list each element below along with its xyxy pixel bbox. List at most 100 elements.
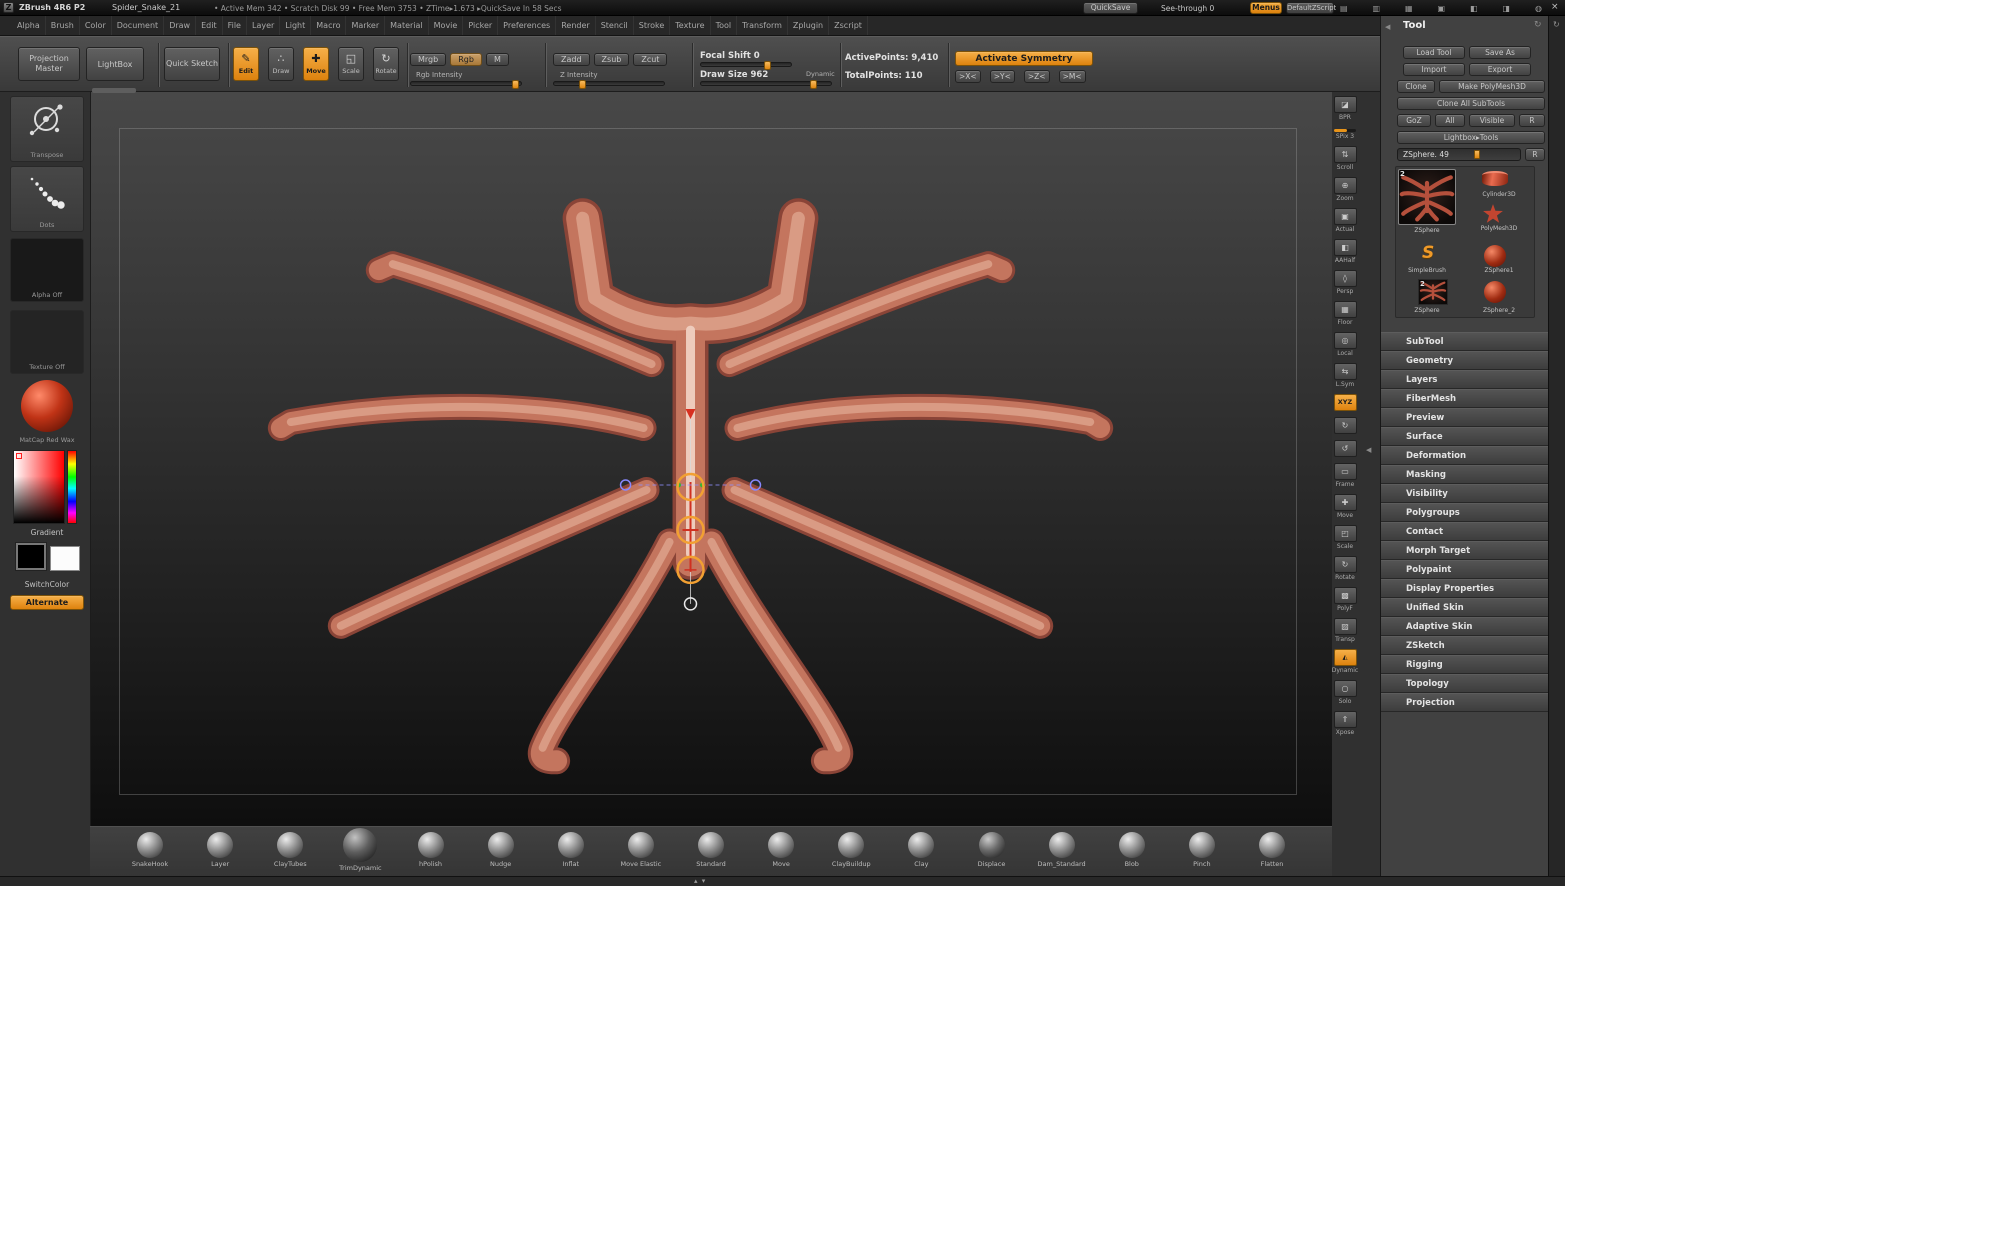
brush-item[interactable]: ClayTubes — [256, 832, 324, 868]
right-shelf-button[interactable]: ▣ Actual — [1334, 208, 1357, 233]
section-header[interactable]: Polygroups — [1381, 503, 1549, 522]
section-header[interactable]: Display Properties — [1381, 579, 1549, 598]
section-header[interactable]: Topology — [1381, 674, 1549, 693]
section-header[interactable]: Geometry — [1381, 351, 1549, 370]
zsphere1-thumbnail[interactable] — [1484, 245, 1506, 267]
right-shelf-button[interactable]: ◎ Local — [1334, 332, 1357, 357]
menu-item[interactable]: Draw — [164, 16, 196, 35]
menu-item[interactable]: Stroke — [634, 16, 671, 35]
section-header[interactable]: Unified Skin — [1381, 598, 1549, 617]
brush-item[interactable]: ClayBuildup — [817, 832, 885, 868]
window-icon[interactable]: ◨ — [1503, 4, 1511, 13]
brush-item[interactable]: Inflat — [537, 832, 605, 868]
simplebrush-thumbnail[interactable]: S — [1422, 243, 1434, 263]
close-icon[interactable]: × — [1551, 2, 1559, 12]
goz-all-button[interactable]: All — [1435, 114, 1465, 127]
load-tool-button[interactable]: Load Tool — [1403, 46, 1465, 59]
right-shelf-button[interactable]: ▩ PolyF — [1334, 587, 1357, 612]
focal-shift-handle[interactable] — [764, 61, 771, 70]
brush-item[interactable]: Move Elastic — [607, 832, 675, 868]
menu-item[interactable]: Marker — [346, 16, 385, 35]
section-header[interactable]: Projection — [1381, 693, 1549, 712]
symmetry-axis-button[interactable]: >Z< — [1024, 70, 1050, 83]
projection-master-button[interactable]: Projection Master — [18, 47, 80, 81]
section-header[interactable]: Contact — [1381, 522, 1549, 541]
menu-item[interactable]: Macro — [311, 16, 346, 35]
section-header[interactable]: Layers — [1381, 370, 1549, 389]
brush-item[interactable]: Layer — [186, 832, 254, 868]
right-shelf-button[interactable]: ⇑ Xpose — [1334, 711, 1357, 736]
clone-all-subtools-button[interactable]: Clone All SubTools — [1397, 97, 1545, 110]
alternate-button[interactable]: Alternate — [10, 595, 84, 610]
sculpt-mode-button[interactable]: Zcut — [633, 53, 667, 66]
focal-shift-slider[interactable] — [700, 62, 792, 67]
transpose-tool-tile[interactable]: Transpose — [10, 96, 84, 162]
goz-r-button[interactable]: R — [1519, 114, 1545, 127]
menu-item[interactable]: Movie — [429, 16, 464, 35]
window-icon[interactable]: ◍ — [1535, 4, 1542, 13]
draw-size-slider[interactable] — [700, 81, 832, 86]
tool-collapse-icon[interactable]: ◀ — [1385, 23, 1390, 31]
color-picker[interactable] — [13, 450, 81, 524]
right-shelf-button[interactable]: ↻ Rotate — [1334, 556, 1357, 581]
menus-toggle-button[interactable]: Menus — [1250, 2, 1282, 14]
import-button[interactable]: Import — [1403, 63, 1465, 76]
brush-item[interactable]: Move — [747, 832, 815, 868]
paint-mode-button[interactable]: Mrgb — [410, 53, 446, 66]
brush-item[interactable]: Displace — [958, 832, 1026, 868]
z-intensity-handle[interactable] — [579, 80, 586, 89]
paint-mode-button[interactable]: Rgb — [450, 53, 482, 66]
window-icon[interactable]: ▤ — [1340, 4, 1348, 13]
activate-symmetry-button[interactable]: Activate Symmetry — [955, 51, 1093, 66]
section-header[interactable]: Visibility — [1381, 484, 1549, 503]
menu-item[interactable]: Texture — [670, 16, 710, 35]
switch-color-swatches[interactable] — [16, 543, 80, 571]
section-header[interactable]: Adaptive Skin — [1381, 617, 1549, 636]
menu-item[interactable]: Tool — [711, 16, 738, 35]
menu-item[interactable]: Edit — [196, 16, 223, 35]
right-shelf-button[interactable]: ◭ Dynamic — [1332, 649, 1358, 674]
mode-button[interactable]: ✚ Move — [303, 47, 329, 81]
section-header[interactable]: Morph Target — [1381, 541, 1549, 560]
alpha-selector-tile[interactable]: Alpha Off — [10, 238, 84, 302]
active-tool-slider-handle[interactable] — [1474, 150, 1480, 159]
z-intensity-slider[interactable] — [553, 81, 665, 86]
sculpt-mode-button[interactable]: Zadd — [553, 53, 590, 66]
symmetry-axis-button[interactable]: >X< — [955, 70, 981, 83]
menu-item[interactable]: Brush — [46, 16, 80, 35]
brush-item[interactable]: Flatten — [1238, 832, 1306, 868]
symmetry-axis-button[interactable]: >Y< — [990, 70, 1015, 83]
lightbox-button[interactable]: LightBox — [86, 47, 144, 81]
menu-item[interactable]: Preferences — [498, 16, 556, 35]
dock-refresh-icon[interactable]: ↻ — [1553, 20, 1560, 29]
see-through-slider[interactable]: See-through 0 — [1161, 4, 1214, 13]
menu-item[interactable]: Render — [556, 16, 595, 35]
mode-button[interactable]: ✎ Edit — [233, 47, 259, 81]
right-shelf-button[interactable]: ⇅ Scroll — [1334, 146, 1357, 171]
active-tool-slider[interactable]: ZSphere. 49 — [1397, 148, 1521, 161]
symmetry-axis-button[interactable]: >M< — [1059, 70, 1086, 83]
brush-item[interactable]: Pinch — [1168, 832, 1236, 868]
saturation-value-square[interactable] — [13, 450, 65, 524]
right-shelf-button[interactable]: ◧ AAHalf — [1334, 239, 1357, 264]
mode-button[interactable]: ∴ Draw — [268, 47, 294, 81]
mode-button[interactable]: ↻ Rotate — [373, 47, 399, 81]
section-header[interactable]: Masking — [1381, 465, 1549, 484]
right-shelf-button[interactable]: ✚ Move — [1334, 494, 1357, 519]
texture-selector-tile[interactable]: Texture Off — [10, 310, 84, 374]
rgb-intensity-handle[interactable] — [512, 80, 519, 89]
clone-button[interactable]: Clone — [1397, 80, 1435, 93]
main-color-swatch[interactable] — [16, 543, 46, 570]
viewport-canvas[interactable] — [90, 92, 1332, 826]
quicksave-button[interactable]: QuickSave — [1083, 2, 1138, 14]
section-header[interactable]: Deformation — [1381, 446, 1549, 465]
right-shelf-button[interactable]: ⇆ L.Sym — [1334, 363, 1357, 388]
tray-resize-handle[interactable]: ▴ ▾ — [694, 877, 706, 885]
hue-strip[interactable] — [67, 450, 77, 524]
panel-collapse-arrow[interactable]: ◀ — [1366, 446, 1371, 454]
right-shelf-button[interactable]: ◰ Scale — [1334, 525, 1357, 550]
right-shelf-button[interactable]: ▨ Transp — [1334, 618, 1357, 643]
sculpt-mode-button[interactable]: Zsub — [594, 53, 630, 66]
zsphere2-thumbnail[interactable] — [1484, 281, 1506, 303]
section-header[interactable]: SubTool — [1381, 332, 1549, 351]
